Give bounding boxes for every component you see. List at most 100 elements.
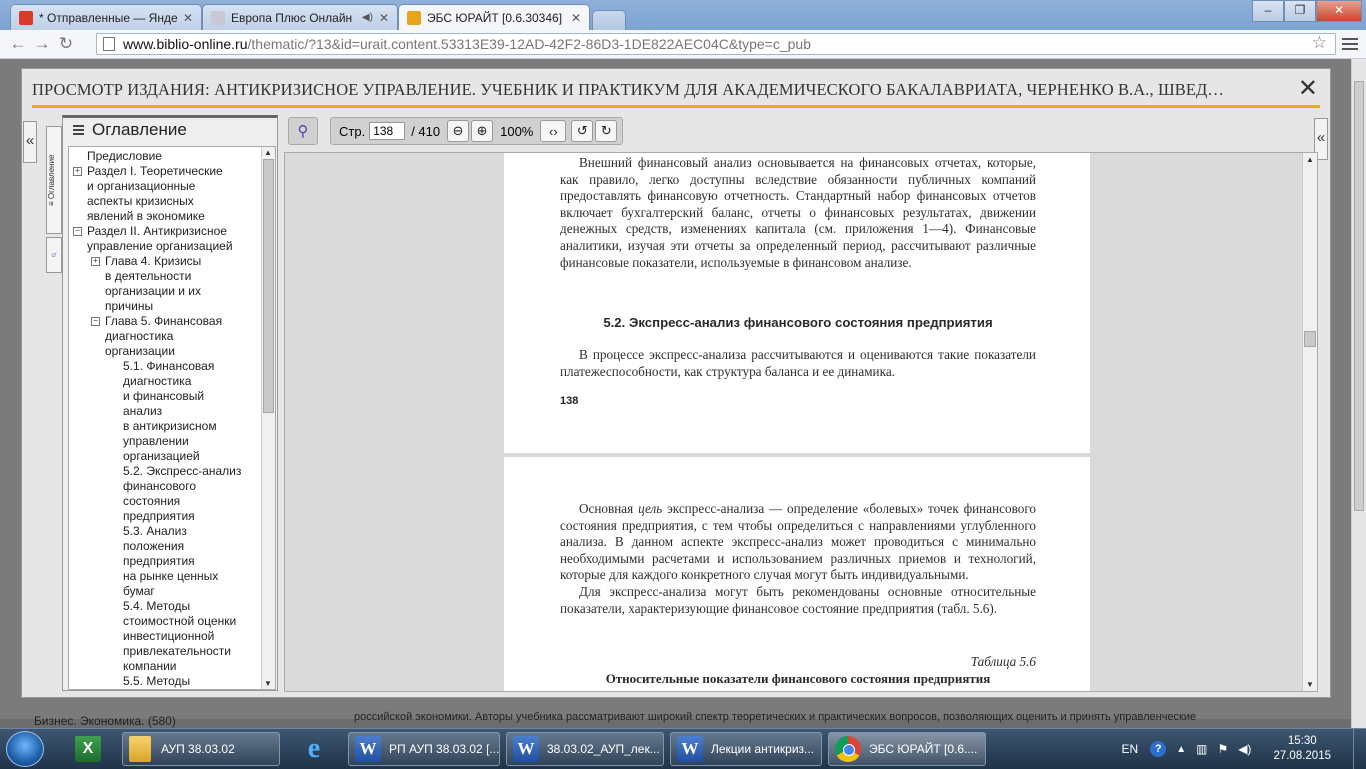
toc-list: ▲ ▼ Предисловие + Раздел I. Теоретические и… <box>68 146 276 690</box>
excel-icon[interactable]: X <box>64 733 112 765</box>
toc-item[interactable]: 5.3. Анализ положения предприятия на рынке … <box>123 524 218 599</box>
viewer-toolbar: ⚲ Стр. / 410 ⊖ ⊕ 100% ‹› ↺ ↻ <box>288 116 624 146</box>
tray-expand-icon[interactable]: ▲ <box>1176 744 1186 755</box>
background-description-text: российской экономики. Авторы учебника ра… <box>354 711 1197 723</box>
page-139-text: Основная цель экспресс-анализа — определ… <box>560 501 1036 617</box>
clock[interactable]: 15:30 27.08.2015 <box>1273 734 1331 764</box>
paragraph: Основная цель экспресс-анализа — определ… <box>560 501 1036 583</box>
minimize-icon[interactable]: – <box>1252 0 1284 22</box>
toc-item[interactable]: Раздел I. Теоретические и организационные… <box>87 164 223 224</box>
page-scrollbar[interactable] <box>1351 59 1366 731</box>
flag-icon[interactable]: ⚑ <box>1217 742 1228 756</box>
page-139: Основная цель экспресс-анализа — определ… <box>504 457 1090 691</box>
scroll-up-icon[interactable]: ▲ <box>1306 155 1314 164</box>
page-scrollbar-thumb[interactable] <box>1354 81 1364 511</box>
page-number-input[interactable] <box>369 122 406 140</box>
toc-item[interactable]: Раздел II. Антикризисное управление орган… <box>87 224 233 254</box>
expand-icon[interactable]: + <box>91 257 100 266</box>
list-icon <box>73 123 84 137</box>
page-number: 138 <box>560 395 579 407</box>
url-host: www.biblio-online.ru <box>123 36 248 52</box>
close-window-icon[interactable]: ✕ <box>1316 0 1362 22</box>
document-view: Внешний финансовый анализ основывается н… <box>284 152 1318 692</box>
close-tab-icon[interactable]: ✕ <box>379 11 389 25</box>
search-button[interactable]: ⚲ <box>288 117 318 145</box>
toc-item[interactable]: Глава 5. Финансовая диагностика организаци… <box>105 314 222 359</box>
toc-item[interactable]: 5.4. Методы стоимостной оценки инвестицион… <box>123 599 236 674</box>
rotate-left-icon[interactable]: ↺ <box>571 120 594 142</box>
help-icon[interactable]: ? <box>1150 741 1167 757</box>
address-bar[interactable]: www.biblio-online.ru/thematic/?13&id=ura… <box>96 33 1336 55</box>
forward-arrow-icon[interactable]: → <box>30 34 54 54</box>
new-tab-button[interactable] <box>592 10 626 30</box>
close-modal-icon[interactable]: ✕ <box>1298 77 1318 101</box>
section-heading: 5.2. Экспресс-анализ финансового состоян… <box>603 315 993 330</box>
show-desktop-button[interactable] <box>1353 729 1366 769</box>
rotate-right-icon[interactable]: ↻ <box>595 120 618 142</box>
url-path: /thematic/?13&id=urait.content.53313E39-… <box>247 36 811 52</box>
maximize-icon[interactable]: ❐ <box>1284 0 1316 22</box>
toc-item[interactable]: 5.5. Методы <box>123 674 190 689</box>
table-title: Относительные показатели финансового сос… <box>605 671 991 686</box>
toc-item[interactable]: 5.2. Экспресс-анализ финансового состояния… <box>123 464 241 524</box>
collapse-left-panel-button[interactable]: « <box>23 121 37 163</box>
modal-header: ПРОСМОТР ИЗДАНИЯ: АНТИКРИЗИСНОЕ УПРАВЛЕН… <box>32 75 1320 108</box>
zoom-level: 100% <box>500 123 534 139</box>
collapse-icon[interactable]: − <box>91 317 100 326</box>
internet-explorer-icon[interactable]: e <box>290 733 338 765</box>
background-category-text: Бизнес. Экономика. (580) <box>34 714 176 728</box>
toc-item[interactable]: 5.1. Финансовая диагностика и финансовый ан… <box>123 359 217 464</box>
chrome-menu-icon[interactable] <box>1342 35 1358 53</box>
document-scrollbar-thumb[interactable] <box>1304 331 1316 347</box>
page-controls: Стр. / 410 ⊖ ⊕ 100% ‹› ↺ ↻ <box>330 117 624 145</box>
zoom-in-icon[interactable]: ⊕ <box>471 120 494 142</box>
network-icon[interactable]: ▥ <box>1196 742 1207 756</box>
taskbar-item-chrome[interactable]: ЭБС ЮРАЙТ [0.6.... <box>828 732 986 766</box>
toc-item[interactable]: Предисловие <box>87 149 162 164</box>
toc-header: Оглавление <box>63 118 277 142</box>
start-button-icon[interactable] <box>6 731 44 767</box>
taskbar-item-word-1[interactable]: W РП АУП 38.03.02 [... <box>348 732 500 766</box>
page-138-text: Внешний финансовый анализ основывается н… <box>560 155 1036 271</box>
paragraph: Для экспресс-анализа могут быть рекоменд… <box>560 583 1036 616</box>
mail-favicon-icon <box>19 10 33 25</box>
toc-item[interactable]: Глава 4. Кризисы в деятельности организаци… <box>105 254 201 314</box>
table-label: Таблица 5.6 <box>970 654 1036 669</box>
browser-toolbar: ← → ↻ www.biblio-online.ru/thematic/?13&… <box>0 30 1366 59</box>
scroll-up-icon[interactable]: ▲ <box>264 148 272 157</box>
back-arrow-icon[interactable]: ← <box>6 34 30 54</box>
speaker-icon: ◀) <box>361 12 373 23</box>
collapse-icon[interactable]: − <box>73 227 82 236</box>
taskbar-item-word-3[interactable]: W Лекции антикриз... <box>670 732 822 766</box>
side-tab-contents[interactable]: ≡ Оглавление <box>46 126 62 234</box>
tab-urait[interactable]: ЭБС ЮРАЙТ [0.6.30346] ✕ <box>398 4 590 31</box>
side-tab-search-icon[interactable]: ⌕ <box>46 237 62 273</box>
taskbar-item-folder[interactable]: АУП 38.03.02 <box>122 732 280 766</box>
bookmark-star-icon[interactable]: ☆ <box>1312 33 1327 53</box>
system-tray: EN ? ▲ ▥ ⚑ ◀) 15:30 27.08.2015 <box>1122 729 1366 769</box>
reload-icon[interactable]: ↻ <box>54 34 78 54</box>
volume-icon[interactable]: ◀) <box>1238 742 1251 756</box>
scroll-down-icon[interactable]: ▼ <box>264 679 272 688</box>
book-viewer-modal: ПРОСМОТР ИЗДАНИЯ: АНТИКРИЗИСНОЕ УПРАВЛЕН… <box>21 68 1331 698</box>
language-indicator[interactable]: EN <box>1122 742 1139 756</box>
urait-favicon-icon <box>407 11 421 25</box>
tab-yandex-mail[interactable]: * Отправленные — Янде ✕ <box>10 4 202 30</box>
word-icon: W <box>355 736 381 762</box>
word-icon: W <box>513 736 539 762</box>
document-scrollbar[interactable]: ▲ ▼ <box>1302 153 1317 691</box>
expand-icon[interactable]: + <box>73 167 82 176</box>
tab-europa-plus[interactable]: Европа Плюс Онлайн ◀) ✕ <box>202 4 398 30</box>
scroll-down-icon[interactable]: ▼ <box>1306 680 1314 689</box>
page-label: Стр. <box>339 123 366 139</box>
taskbar-item-word-2[interactable]: W 38.03.02_АУП_лек... <box>506 732 664 766</box>
fit-width-icon[interactable]: ‹› <box>540 120 567 142</box>
close-tab-icon[interactable]: ✕ <box>183 11 193 25</box>
toc-scrollbar[interactable]: ▲ ▼ <box>261 147 275 689</box>
toc-panel: Оглавление ▲ ▼ Предисловие + Раздел I. Тео… <box>62 115 278 691</box>
windows-taskbar: X АУП 38.03.02 e W РП АУП 38.03.02 [... … <box>0 728 1366 769</box>
toc-scrollbar-thumb[interactable] <box>263 159 274 413</box>
close-tab-icon[interactable]: ✕ <box>571 11 581 25</box>
zoom-out-icon[interactable]: ⊖ <box>447 120 470 142</box>
paragraph: Внешний финансовый анализ основывается н… <box>560 155 1036 270</box>
